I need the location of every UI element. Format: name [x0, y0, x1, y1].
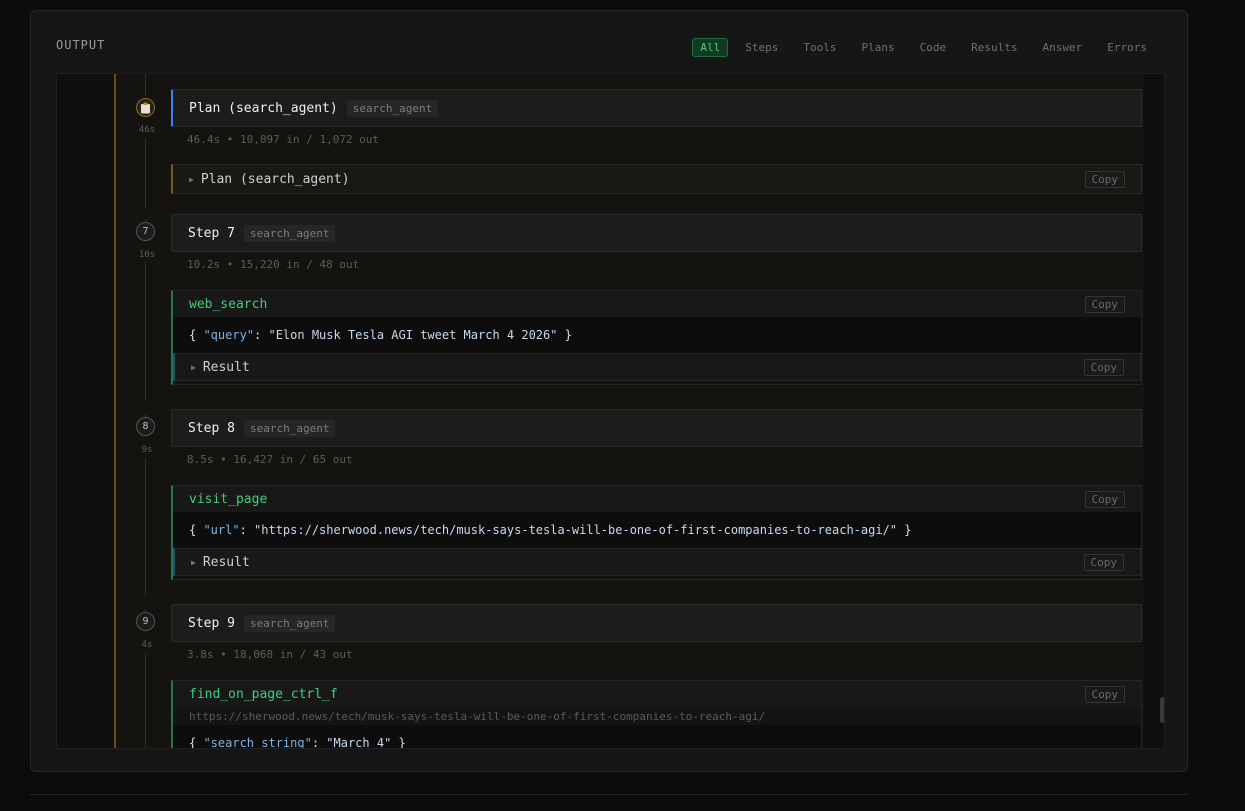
tool-arguments: { "query": "Elon Musk Tesla AGI tweet Ma…: [173, 317, 1141, 353]
agent-tag: search_agent: [243, 419, 336, 437]
step-number-badge: 7: [136, 222, 155, 241]
filter-bar: All Steps Tools Plans Code Results Answe…: [683, 38, 1155, 57]
output-scroll-area[interactable]: 46s Plan (search_agent) search_agent 46.…: [56, 73, 1165, 749]
copy-button[interactable]: Copy: [1083, 553, 1124, 571]
tool-call: find_on_page_ctrl_f Copy https://sherwoo…: [171, 680, 1142, 749]
plan-title: Plan (search_agent): [189, 100, 338, 116]
arg-value: "https://sherwood.news/tech/musk-says-te…: [254, 523, 898, 537]
copy-button[interactable]: Copy: [1084, 295, 1125, 313]
output-panel: OUTPUT All Steps Tools Plans Code Result…: [30, 10, 1188, 772]
agent-tag: search_agent: [243, 614, 336, 632]
tool-arguments: { "url": "https://sherwood.news/tech/mus…: [173, 512, 1141, 548]
arg-value: "March 4": [326, 736, 392, 749]
tool-name: visit_page: [189, 491, 268, 507]
plan-meta: 46.4s • 10,097 in / 1,072 out: [187, 133, 380, 146]
arg-key: "query": [203, 328, 255, 342]
agent-tag: search_agent: [346, 99, 439, 117]
copy-button[interactable]: Copy: [1084, 685, 1125, 703]
timeline-connector: [145, 138, 146, 208]
filter-all[interactable]: All: [692, 38, 729, 57]
expand-triangle-icon: ▶: [191, 557, 196, 567]
agent-tag: search_agent: [243, 224, 336, 242]
filter-steps[interactable]: Steps: [737, 38, 786, 57]
result-label: Result: [202, 359, 250, 375]
step-title: Step 9: [188, 615, 235, 631]
arg-key: "search_string": [203, 736, 312, 749]
scroll-track: [1144, 74, 1164, 748]
tool-name: find_on_page_ctrl_f: [189, 686, 338, 702]
expand-triangle-icon: ▶: [191, 362, 196, 372]
plan-collapsible[interactable]: ▶ Plan (search_agent) Copy: [171, 164, 1142, 194]
step-number-badge: 8: [136, 417, 155, 436]
tool-call: web_search Copy { "query": "Elon Musk Te…: [171, 290, 1142, 385]
timeline-connector: [145, 263, 146, 401]
scrollbar-thumb[interactable]: [1160, 697, 1164, 723]
filter-errors[interactable]: Errors: [1099, 38, 1155, 57]
step-number-badge: 9: [136, 612, 155, 631]
plan-duration: 46s: [138, 125, 156, 135]
copy-button[interactable]: Copy: [1083, 358, 1124, 376]
step-card[interactable]: Step 9 search_agent: [171, 604, 1142, 642]
expand-triangle-icon: ▶: [189, 174, 194, 184]
timeline-connector: [145, 653, 146, 748]
footer-divider: [30, 794, 1188, 795]
step-meta: 3.8s • 18,068 in / 43 out: [187, 648, 353, 661]
result-collapsible[interactable]: ▶ Result Copy: [173, 548, 1141, 576]
step-meta: 8.5s • 16,427 in / 65 out: [187, 453, 353, 466]
filter-answer[interactable]: Answer: [1035, 38, 1091, 57]
step-card[interactable]: Step 7 search_agent: [171, 214, 1142, 252]
step-duration: 4s: [141, 640, 153, 650]
step-duration: 10s: [138, 250, 156, 260]
tool-name: web_search: [189, 296, 268, 312]
step-meta: 10.2s • 15,220 in / 48 out: [187, 258, 360, 271]
tool-url: https://sherwood.news/tech/musk-says-tes…: [173, 707, 1141, 725]
filter-plans[interactable]: Plans: [854, 38, 903, 57]
step-title: Step 7: [188, 225, 235, 241]
copy-button[interactable]: Copy: [1084, 490, 1125, 508]
arg-key: "url": [203, 523, 240, 537]
panel-title: OUTPUT: [56, 38, 106, 52]
tool-arguments: { "search_string": "March 4" }: [173, 725, 1141, 749]
timeline-connector: [145, 74, 146, 96]
plan-card[interactable]: Plan (search_agent) search_agent: [171, 89, 1142, 127]
result-collapsible[interactable]: ▶ Result Copy: [173, 353, 1141, 381]
step-title: Step 8: [188, 420, 235, 436]
copy-button[interactable]: Copy: [1084, 170, 1125, 188]
step-card[interactable]: Step 8 search_agent: [171, 409, 1142, 447]
plan-collapsible-label: Plan (search_agent): [200, 171, 350, 187]
result-label: Result: [202, 554, 250, 570]
filter-results[interactable]: Results: [963, 38, 1025, 57]
timeline-connector: [145, 458, 146, 596]
step-duration: 9s: [141, 445, 153, 455]
filter-code[interactable]: Code: [912, 38, 955, 57]
arg-value: "Elon Musk Tesla AGI tweet March 4 2026": [268, 328, 558, 342]
clipboard-icon: [136, 98, 155, 117]
gutter: [57, 74, 114, 748]
tool-call: visit_page Copy { "url": "https://sherwo…: [171, 485, 1142, 580]
filter-tools[interactable]: Tools: [795, 38, 844, 57]
